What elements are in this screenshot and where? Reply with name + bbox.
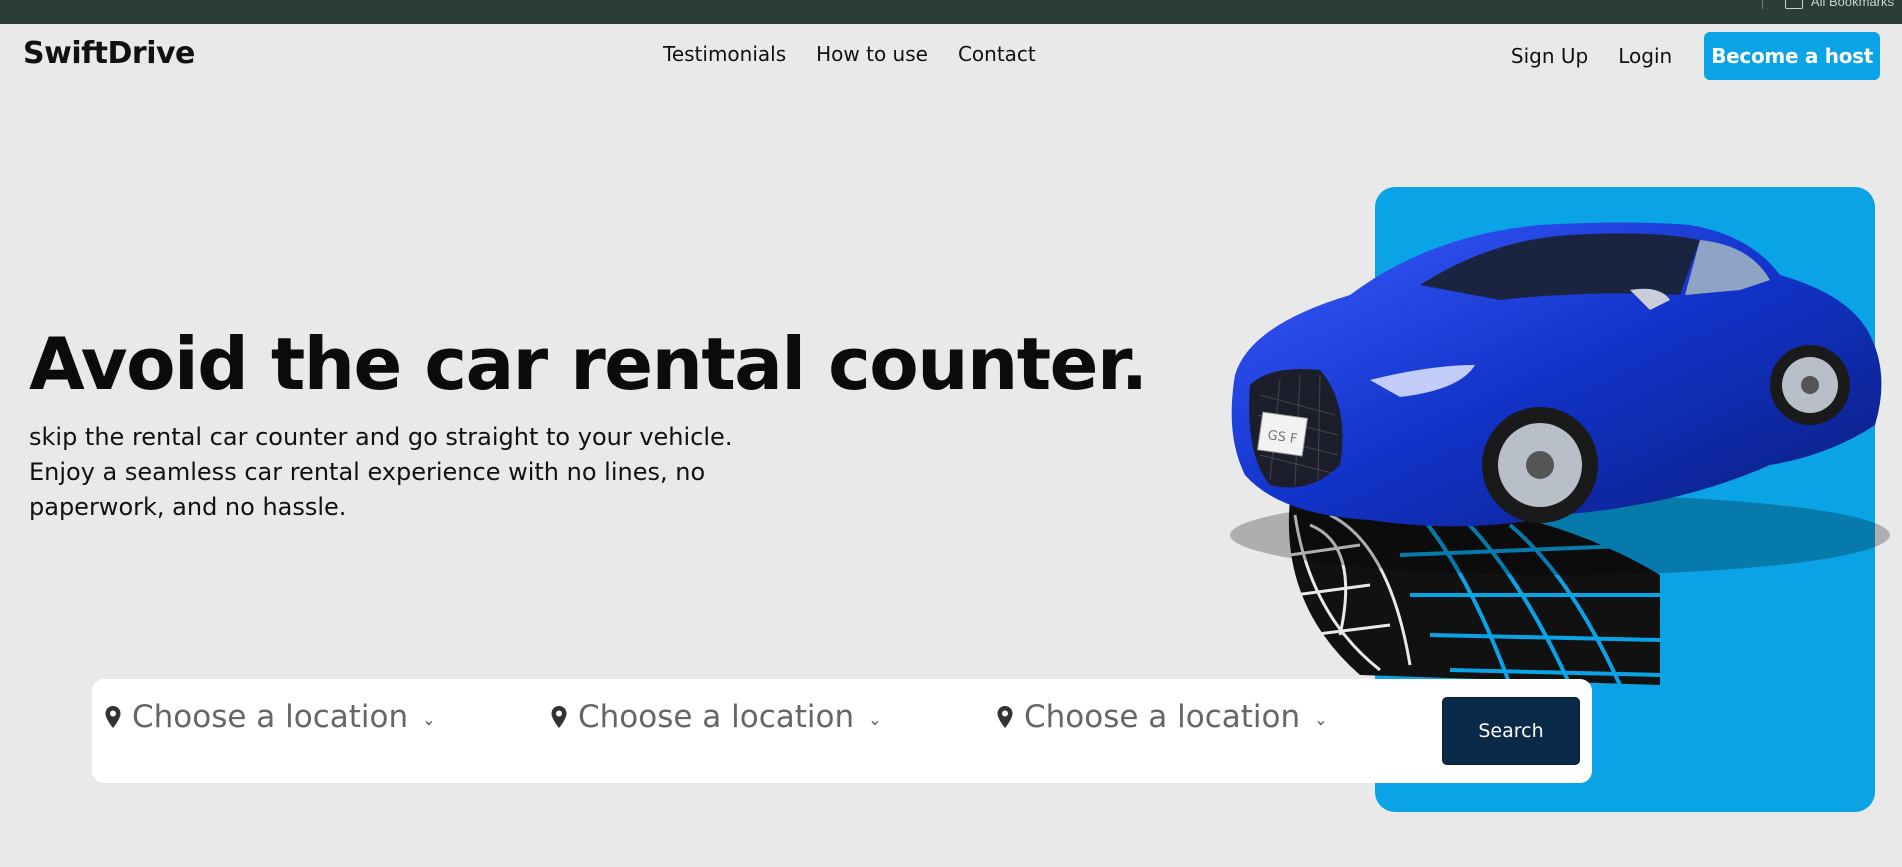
location-search-bar: Choose a location ⌄ Choose a location ⌄ …	[92, 679, 1592, 783]
become-host-button[interactable]: Become a host	[1704, 32, 1880, 80]
location-placeholder: Choose a location	[578, 699, 855, 735]
divider	[1761, 0, 1763, 9]
car-hero-image: GS F	[1230, 222, 1890, 686]
chevron-down-icon: ⌄	[1314, 709, 1328, 729]
all-bookmarks-button[interactable]: All Bookmarks	[1761, 0, 1894, 9]
signup-link[interactable]: Sign Up	[1511, 44, 1588, 68]
search-button[interactable]: Search	[1442, 697, 1580, 765]
chevron-down-icon: ⌄	[422, 709, 436, 729]
hero-headline: Avoid the car rental counter.	[29, 322, 1148, 406]
nav-link-testimonials[interactable]: Testimonials	[663, 42, 786, 66]
logo[interactable]: SwiftDrive	[23, 36, 195, 71]
location-pin-icon	[997, 706, 1013, 728]
nav-link-contact[interactable]: Contact	[958, 42, 1036, 66]
pickup-location-select[interactable]: Choose a location ⌄	[104, 699, 436, 735]
browser-bookmarks-bar: All Bookmarks	[0, 0, 1902, 24]
third-location-select[interactable]: Choose a location ⌄	[996, 699, 1328, 735]
bookmarks-label: All Bookmarks	[1810, 0, 1894, 9]
nav-link-how-to-use[interactable]: How to use	[816, 42, 928, 66]
nav-links: Testimonials How to use Contact	[663, 42, 1036, 66]
login-link[interactable]: Login	[1618, 44, 1672, 68]
location-pin-icon	[551, 706, 567, 728]
location-pin-icon	[105, 706, 121, 728]
dropoff-location-select[interactable]: Choose a location ⌄	[550, 699, 882, 735]
location-placeholder: Choose a location	[132, 699, 409, 735]
top-navigation: SwiftDrive Testimonials How to use Conta…	[0, 24, 1902, 86]
chevron-down-icon: ⌄	[868, 709, 882, 729]
auth-links: Sign Up Login Become a host	[1511, 32, 1880, 80]
hero-subtext: skip the rental car counter and go strai…	[29, 423, 733, 521]
folder-icon	[1784, 0, 1803, 9]
location-placeholder: Choose a location	[1024, 699, 1301, 735]
